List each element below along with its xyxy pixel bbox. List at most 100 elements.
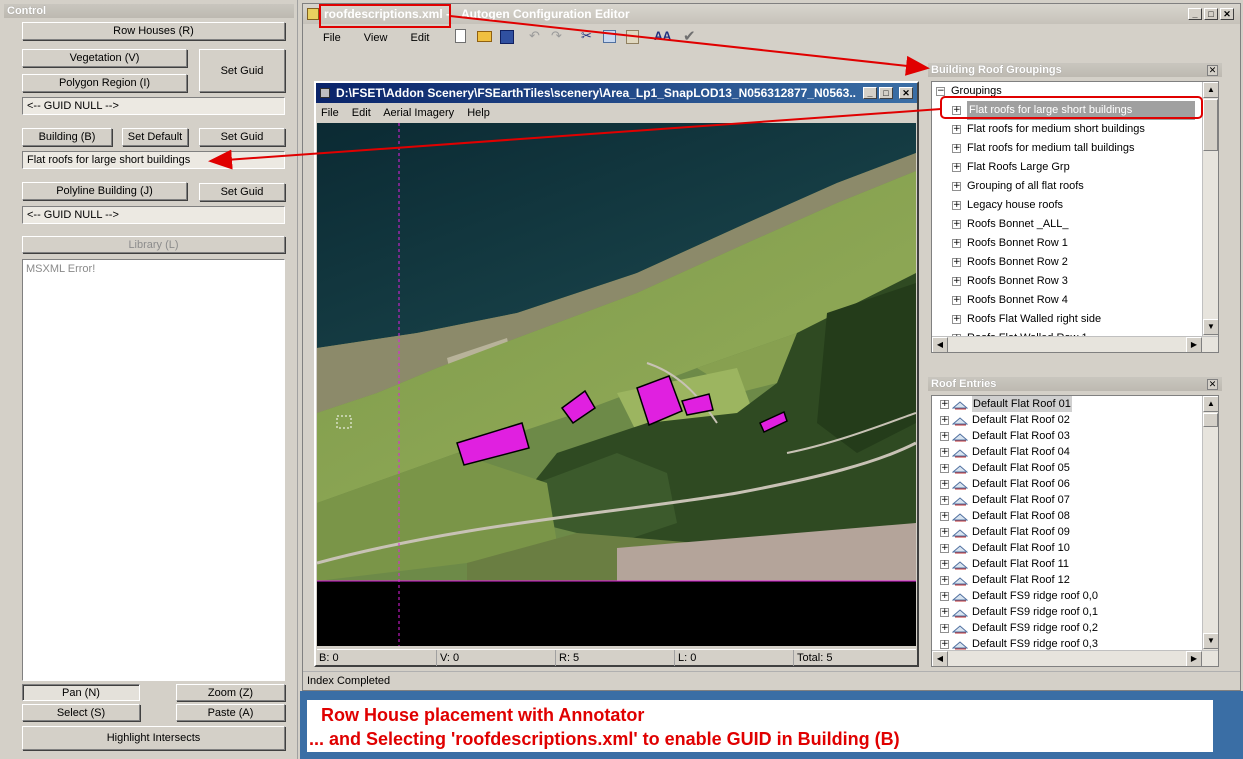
polygon-region-button[interactable]: Polygon Region (I) (22, 74, 187, 92)
scroll-right-icon[interactable]: ▶ (1186, 337, 1202, 352)
groupings-close-icon[interactable]: ✕ (1207, 65, 1218, 76)
expand-icon[interactable]: + (952, 144, 961, 153)
groupings-vscroll[interactable]: ▲ ▼ (1202, 82, 1218, 336)
expand-icon[interactable]: + (940, 511, 949, 521)
map-menu-help[interactable]: Help (467, 107, 490, 119)
map-maximize-button[interactable]: □ (879, 87, 893, 99)
expand-icon[interactable]: + (952, 201, 961, 210)
grouping-item[interactable]: + Grouping of all flat roofs (952, 177, 1084, 196)
roof-entry-item[interactable]: + Default Flat Roof 11 (940, 556, 1069, 572)
redo-icon[interactable]: ↷ (551, 28, 562, 44)
maximize-button[interactable]: □ (1204, 8, 1218, 20)
grouping-item[interactable]: + Flat roofs for medium short buildings (952, 120, 1145, 139)
grouping-item[interactable]: + Roofs Bonnet Row 3 (952, 272, 1068, 291)
roof-entry-item[interactable]: + Default FS9 ridge roof 0,1 (940, 604, 1098, 620)
expand-icon[interactable]: + (940, 623, 949, 633)
expand-icon[interactable]: + (940, 591, 949, 601)
expand-icon[interactable]: + (940, 447, 949, 457)
new-icon[interactable] (455, 29, 466, 43)
copy-icon[interactable] (603, 30, 616, 43)
expand-icon[interactable]: + (952, 182, 961, 191)
map-minimize-button[interactable]: _ (863, 87, 877, 99)
groupings-hscroll[interactable]: ◀ ▶ (932, 336, 1218, 352)
menu-edit[interactable]: Edit (411, 32, 430, 44)
scroll-up-icon[interactable]: ▲ (1203, 82, 1218, 98)
paste-icon[interactable] (626, 30, 639, 44)
scroll-thumb[interactable] (1203, 99, 1218, 151)
roof-entry-item[interactable]: + Default Flat Roof 06 (940, 476, 1070, 492)
grouping-item[interactable]: + Flat Roofs Large Grp (952, 158, 1070, 177)
zoom-button[interactable]: Zoom (Z) (176, 684, 285, 701)
roof-entry-item[interactable]: + Default Flat Roof 01 (940, 396, 1072, 412)
scroll-down-icon[interactable]: ▼ (1203, 319, 1218, 335)
grouping-item[interactable]: + Legacy house roofs (952, 196, 1063, 215)
validate-icon[interactable]: ✔ (683, 27, 696, 45)
library-textarea[interactable]: MSXML Error! (22, 259, 285, 681)
expand-icon[interactable]: + (952, 315, 961, 324)
map-close-button[interactable]: ✕ (899, 87, 913, 99)
grouping-item[interactable]: + Roofs Bonnet Row 1 (952, 234, 1068, 253)
pan-button[interactable]: Pan (N) (22, 684, 140, 701)
grouping-item[interactable]: + Roofs Bonnet _ALL_ (952, 215, 1069, 234)
cut-icon[interactable]: ✂ (581, 28, 592, 44)
library-button[interactable]: Library (L) (22, 236, 285, 253)
grouping-item[interactable]: + Roofs Flat Walled right side (952, 310, 1101, 329)
find-icon[interactable]: AA (654, 29, 671, 43)
scroll-left-icon[interactable]: ◀ (932, 337, 948, 352)
map-menu-edit[interactable]: Edit (352, 107, 371, 119)
expand-icon[interactable]: + (940, 639, 949, 649)
roof-scroll-down-icon[interactable]: ▼ (1203, 633, 1218, 649)
set-guid-button-building[interactable]: Set Guid (199, 128, 285, 146)
roof-entry-item[interactable]: + Default Flat Roof 09 (940, 524, 1070, 540)
roof-scroll-left-icon[interactable]: ◀ (932, 651, 948, 666)
expand-icon[interactable]: + (952, 296, 961, 305)
roof-entry-item[interactable]: + Default Flat Roof 07 (940, 492, 1070, 508)
expand-icon[interactable]: + (940, 543, 949, 553)
grouping-item[interactable]: + Flat roofs for medium tall buildings (952, 139, 1135, 158)
expand-icon[interactable]: + (940, 607, 949, 617)
expand-icon[interactable]: + (940, 559, 949, 569)
expand-icon[interactable]: + (952, 277, 961, 286)
expand-icon[interactable]: + (940, 495, 949, 505)
expand-icon[interactable]: + (952, 220, 961, 229)
polyline-building-button[interactable]: Polyline Building (J) (22, 182, 187, 200)
grouping-item[interactable]: + Roofs Bonnet Row 2 (952, 253, 1068, 272)
grouping-item[interactable]: + Roofs Bonnet Row 4 (952, 291, 1068, 310)
highlight-intersects-button[interactable]: Highlight Intersects (22, 726, 285, 750)
expand-icon[interactable]: + (940, 575, 949, 585)
close-button[interactable]: ✕ (1220, 8, 1234, 20)
expand-icon[interactable]: + (940, 415, 949, 425)
set-default-button[interactable]: Set Default (122, 128, 188, 146)
menu-view[interactable]: View (364, 32, 388, 44)
roof-scroll-right-icon[interactable]: ▶ (1186, 651, 1202, 666)
building-button[interactable]: Building (B) (22, 128, 112, 146)
menu-file[interactable]: File (323, 32, 341, 44)
expand-icon[interactable]: + (940, 399, 949, 409)
vegetation-button[interactable]: Vegetation (V) (22, 49, 187, 67)
roof-entries-close-icon[interactable]: ✕ (1207, 379, 1218, 390)
expand-icon[interactable]: + (952, 125, 961, 134)
expand-icon[interactable]: + (952, 163, 961, 172)
expand-icon[interactable]: + (952, 106, 961, 115)
roof-entry-item[interactable]: + Default Flat Roof 10 (940, 540, 1070, 556)
set-guid-button-vegetation[interactable]: Set Guid (199, 49, 285, 92)
roof-entry-item[interactable]: + Default Flat Roof 03 (940, 428, 1070, 444)
map-menu-aerial-imagery[interactable]: Aerial Imagery (383, 107, 454, 119)
minimize-button[interactable]: _ (1188, 8, 1202, 20)
roof-entry-item[interactable]: + Default Flat Roof 04 (940, 444, 1070, 460)
roof-entry-item[interactable]: + Default Flat Roof 05 (940, 460, 1070, 476)
expand-icon[interactable]: + (952, 239, 961, 248)
expand-icon[interactable]: + (940, 479, 949, 489)
paste-button[interactable]: Paste (A) (176, 704, 285, 721)
expand-icon[interactable]: + (952, 258, 961, 267)
open-icon[interactable] (477, 31, 492, 42)
expand-icon[interactable]: + (940, 527, 949, 537)
row-houses-button[interactable]: Row Houses (R) (22, 22, 285, 40)
undo-icon[interactable]: ↶ (529, 28, 540, 44)
roof-entries-hscroll[interactable]: ◀ ▶ (932, 650, 1218, 666)
roof-entry-item[interactable]: + Default Flat Roof 12 (940, 572, 1070, 588)
aerial-map-canvas[interactable] (317, 123, 916, 646)
roof-entry-item[interactable]: + Default Flat Roof 02 (940, 412, 1070, 428)
select-button[interactable]: Select (S) (22, 704, 140, 721)
roof-entry-item[interactable]: + Default Flat Roof 08 (940, 508, 1070, 524)
